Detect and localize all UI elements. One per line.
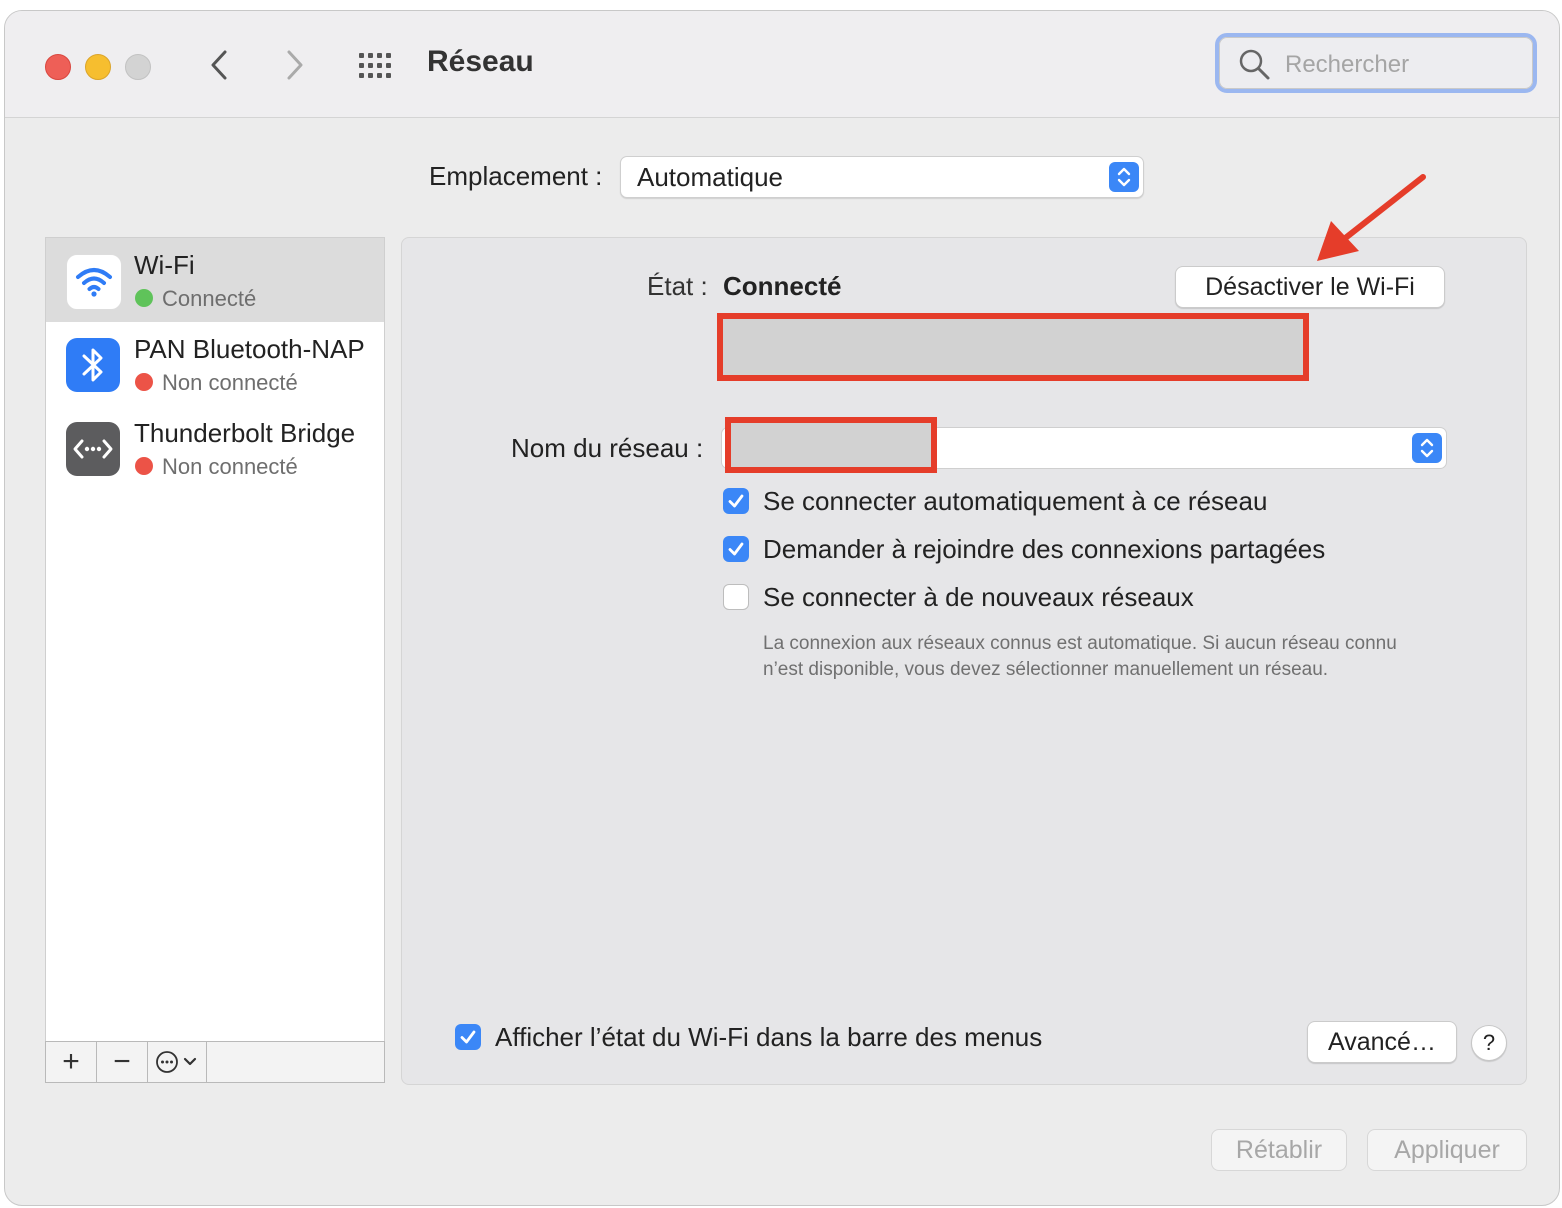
search-icon	[1239, 49, 1270, 80]
service-name: Thunderbolt Bridge	[134, 418, 356, 448]
ask-hotspot-label: Demander à rejoindre des connexions part…	[763, 533, 1326, 564]
remove-service-button[interactable]: −	[97, 1042, 148, 1082]
redacted-network-name	[725, 417, 937, 473]
add-service-button[interactable]: +	[46, 1042, 97, 1082]
status-dot	[135, 457, 153, 475]
auto-join-label: Se connecter automatiquement à ce réseau	[763, 485, 1268, 516]
redacted-status-details	[717, 313, 1309, 381]
service-status: Non connecté	[162, 454, 298, 479]
show-wifi-menubar-checkbox[interactable]	[455, 1024, 481, 1050]
show-wifi-menubar-label: Afficher l’état du Wi-Fi dans la barre d…	[495, 1021, 1043, 1052]
annotation-arrow-icon	[1317, 174, 1426, 261]
up-down-arrows-icon	[1412, 433, 1442, 463]
location-select[interactable]: Automatique	[620, 156, 1144, 198]
state-label: État :	[647, 271, 708, 301]
title-bar: Réseau	[5, 11, 1559, 118]
checkmark-icon	[728, 542, 744, 556]
back-button[interactable]	[199, 45, 239, 85]
location-label: Emplacement :	[429, 161, 603, 191]
bluetooth-icon	[66, 338, 120, 392]
toggle-wifi-button[interactable]: Désactiver le Wi-Fi	[1175, 266, 1445, 308]
wifi-icon	[66, 254, 122, 310]
show-wifi-menubar-option[interactable]: Afficher l’état du Wi-Fi dans la barre d…	[455, 1021, 1042, 1053]
state-value: Connecté	[723, 271, 842, 301]
chevron-left-icon	[211, 50, 227, 80]
join-hint-text: La connexion aux réseaux connus est auto…	[763, 633, 1397, 680]
ask-hotspot-checkbox[interactable]	[723, 536, 749, 562]
service-name: Wi-Fi	[134, 250, 195, 280]
auto-join-checkbox[interactable]	[723, 488, 749, 514]
ask-new-networks-option[interactable]: Se connecter à de nouveaux réseaux	[723, 581, 1194, 613]
ask-hotspot-option[interactable]: Demander à rejoindre des connexions part…	[723, 533, 1325, 565]
service-item-bluetooth[interactable]: PAN Bluetooth-NAP Non connecté	[46, 322, 384, 406]
network-name-label: Nom du réseau :	[511, 433, 704, 463]
service-name: PAN Bluetooth-NAP	[134, 334, 365, 364]
minimize-window-button[interactable]	[85, 54, 111, 80]
status-dot	[135, 373, 153, 391]
auto-join-option[interactable]: Se connecter automatiquement à ce réseau	[723, 485, 1267, 517]
service-status: Non connecté	[162, 370, 298, 395]
zoom-window-button[interactable]	[125, 54, 151, 80]
ellipsis-circle-icon	[156, 1051, 197, 1073]
location-value: Automatique	[637, 162, 783, 192]
ask-new-networks-checkbox[interactable]	[723, 584, 749, 610]
search-input[interactable]	[1283, 49, 1527, 81]
service-actions-menu-button[interactable]	[148, 1042, 207, 1082]
help-button[interactable]: ?	[1471, 1025, 1507, 1061]
chevron-right-icon	[287, 50, 303, 80]
revert-button[interactable]: Rétablir	[1211, 1129, 1347, 1171]
service-item-thunderbolt-bridge[interactable]: Thunderbolt Bridge Non connecté	[46, 406, 384, 490]
close-window-button[interactable]	[45, 54, 71, 80]
grid-icon	[359, 53, 391, 78]
checkmark-icon	[460, 1030, 476, 1044]
forward-button[interactable]	[275, 45, 315, 85]
service-item-wifi[interactable]: Wi-Fi Connecté	[46, 238, 384, 322]
service-list-toolbar: + −	[45, 1041, 385, 1083]
advanced-button[interactable]: Avancé…	[1307, 1021, 1457, 1063]
checkmark-icon	[728, 494, 744, 508]
ask-new-networks-label: Se connecter à de nouveaux réseaux	[763, 581, 1194, 612]
search-field[interactable]	[1215, 33, 1537, 93]
up-down-arrows-icon	[1109, 162, 1139, 192]
window-title: Réseau	[427, 45, 534, 78]
apply-button[interactable]: Appliquer	[1367, 1129, 1527, 1171]
show-all-button[interactable]	[357, 51, 397, 81]
status-dot	[135, 289, 153, 307]
service-list: Wi-Fi Connecté PAN Bluetooth-NAP Non con…	[45, 237, 385, 1043]
service-status: Connecté	[162, 286, 257, 311]
thunderbolt-bridge-icon	[66, 422, 120, 476]
system-preferences-window: Réseau Emplacement : Automatique	[4, 10, 1560, 1206]
